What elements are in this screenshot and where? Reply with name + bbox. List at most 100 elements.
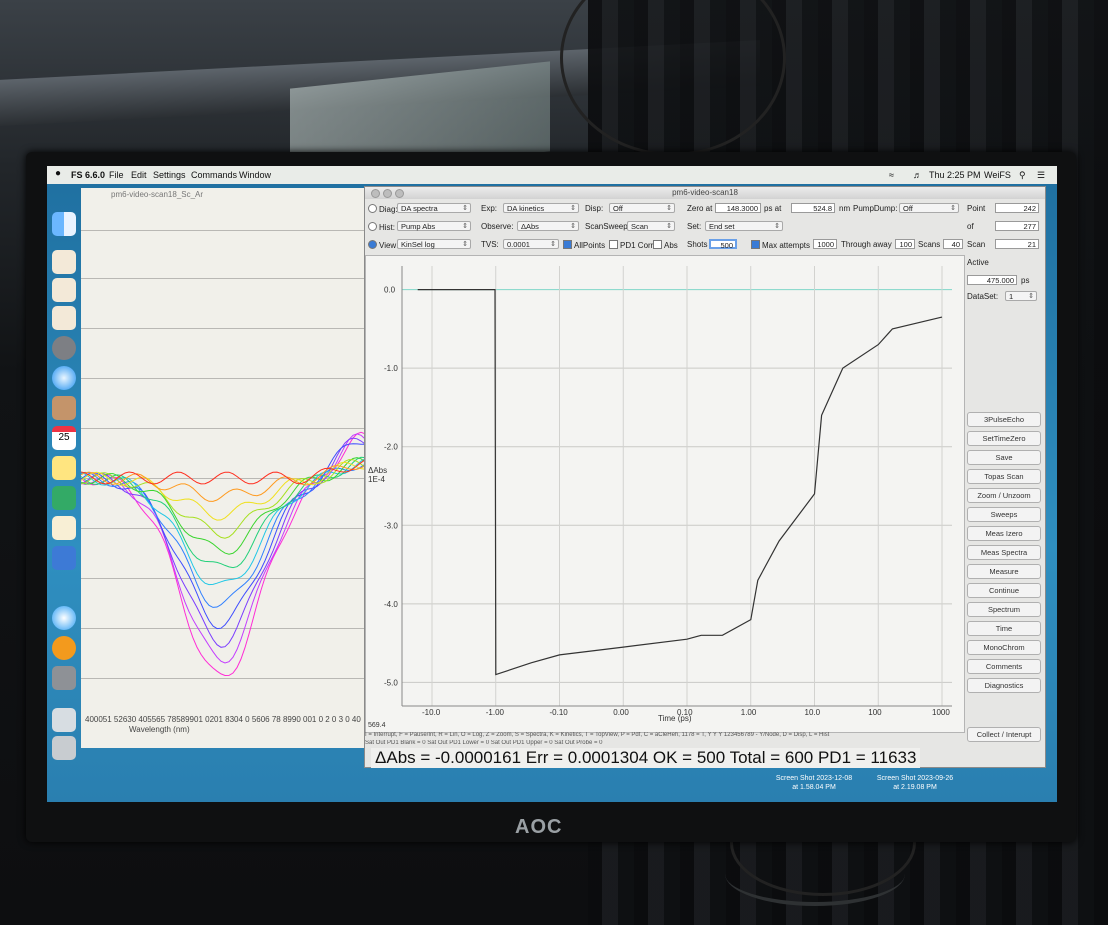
menu-edit[interactable]: Edit [131,170,147,180]
pd1corr-checkbox[interactable]: PD1 Corr [609,240,653,250]
monitor-stand [725,842,905,906]
command-button-settimezero[interactable]: SetTimeZero [967,431,1041,446]
x-tick-label: -10.0 [422,708,441,717]
x-tick-label: -0.10 [550,708,569,717]
disp-label: Disp: [585,204,604,213]
app-icon[interactable] [52,306,76,330]
command-button-topas-scan[interactable]: Topas Scan [967,469,1041,484]
of-value: 277 [995,221,1039,231]
window-controls[interactable] [371,189,407,202]
zoom-button[interactable] [395,189,404,198]
contacts-icon[interactable] [52,396,76,420]
disp-select[interactable]: Off [609,203,675,214]
minimize-button[interactable] [383,189,392,198]
dataset-select[interactable]: 1 [1005,291,1037,302]
exp-select[interactable]: DA kinetics [503,203,579,214]
scansweep-select[interactable]: Scan [627,221,675,232]
x-tick-label: 10.0 [805,708,821,717]
kinetics-plot[interactable]: 0.0 -1.0 -2.0 -3.0 -4.0 -5.0 -10.0 -1.00 -0.10 0.… [365,255,965,733]
screen: ● FS 6.6.0 File Edit Settings Commands W… [47,166,1057,802]
calendar-icon[interactable]: 25 [52,426,76,450]
signal-readout: ΔAbs = -0.0000161 Err = 0.0001304 OK = 5… [371,748,921,768]
wifi-icon[interactable]: ≈ [889,170,894,180]
command-button-zoom-unzoom[interactable]: Zoom / Unzoom [967,488,1041,503]
downloads-icon[interactable] [52,708,76,732]
view-radio[interactable]: View: [368,240,398,250]
view-select[interactable]: KinSel log [397,239,471,250]
nm-input[interactable]: 524.8 [791,203,835,213]
list-icon[interactable]: ☰ [1037,170,1045,181]
x-tick-label: -1.00 [486,708,505,717]
hist-select[interactable]: Pump Abs [397,221,471,232]
launchpad-icon[interactable] [52,336,76,360]
trash-icon[interactable] [52,736,76,760]
command-button-comments[interactable]: Comments [967,659,1041,674]
diag-select[interactable]: DA spectra [397,203,471,214]
through-away-input[interactable]: 100 [895,239,915,249]
command-button-monochrom[interactable]: MonoChrom [967,640,1041,655]
command-button-save[interactable]: Save [967,450,1041,465]
max-attempts-input[interactable]: 1000 [813,239,837,249]
command-button-spectrum[interactable]: Spectrum [967,602,1041,617]
menu-bar: ● FS 6.6.0 File Edit Settings Commands W… [47,166,1057,184]
menu-clock[interactable]: Thu 2:25 PM [929,170,981,180]
photos-icon[interactable] [52,486,76,510]
menu-window[interactable]: Window [239,170,271,180]
ps-at-label: ps at [764,204,782,213]
itunes-icon[interactable] [52,606,76,630]
textedit-icon[interactable] [52,516,76,540]
nm-label: nm [839,204,851,213]
command-button-sweeps[interactable]: Sweeps [967,507,1041,522]
spectra-x-ticks: 400051 52630 405565 78589901 0201 8304 0… [85,715,361,724]
scans-label: Scans [918,240,941,249]
app-icon[interactable] [52,250,76,274]
command-button-measure[interactable]: Measure [967,564,1041,579]
menu-settings[interactable]: Settings [153,170,186,180]
desktop-screenshot-icon[interactable]: Screen Shot 2023-09-26 at 2.19.08 PM [867,774,963,792]
fs-main-window[interactable]: pm6-video-scan18 Diag: DA spectra Exp: D… [364,186,1046,768]
desktop-screenshot-icon[interactable]: Screen Shot 2023-12-08 at 1.58.04 PM [769,774,859,792]
volume-icon[interactable]: ♬ [913,170,922,180]
command-button-meas-spectra[interactable]: Meas Spectra [967,545,1041,560]
menu-file[interactable]: File [109,170,124,180]
command-button-meas-izero[interactable]: Meas Izero [967,526,1041,541]
hist-radio[interactable]: Hist: [368,222,395,232]
menu-commands[interactable]: Commands [191,170,237,180]
observe-select[interactable]: ΔAbs [517,221,579,232]
notes-icon[interactable] [52,456,76,480]
scans-input[interactable]: 40 [943,239,963,249]
max-attempts-checkbox[interactable]: Max attempts [751,240,810,250]
command-button-diagnostics[interactable]: Diagnostics [967,678,1041,693]
finder-icon[interactable] [52,212,76,236]
shots-label: Shots [687,240,708,249]
y-tick-label: 0.0 [384,286,396,295]
command-button-time[interactable]: Time [967,621,1041,636]
kinetics-x-label: Time (ps) [658,714,692,723]
kinetic-trace [417,289,943,676]
menu-app-name[interactable]: FS 6.6.0 [71,170,105,180]
command-button-continue[interactable]: Continue [967,583,1041,598]
pumpdump-select[interactable]: Off [899,203,959,214]
y-tick-label: -4.0 [384,600,398,609]
tvs-select[interactable]: 0.0001 [503,239,559,250]
system-preferences-icon[interactable] [52,666,76,690]
zero-input[interactable]: 148.3000 [715,203,761,213]
safari-icon[interactable] [52,366,76,390]
collect-interrupt-button[interactable]: Collect / Interupt [967,727,1041,742]
command-button-3pulseecho[interactable]: 3PulseEcho [967,412,1041,427]
set-label: Set: [687,222,702,231]
keynote-icon[interactable] [52,546,76,570]
ibooks-icon[interactable] [52,636,76,660]
search-icon[interactable]: ⚲ [1019,170,1026,181]
active-label: Active [967,258,989,267]
menu-user[interactable]: WeiFS [984,170,1011,180]
point-value: 242 [995,203,1039,213]
abs-checkbox[interactable]: Abs [653,240,678,250]
allpoints-checkbox[interactable]: AllPoints [563,240,605,250]
set-select[interactable]: End set [705,221,783,232]
diag-radio[interactable]: Diag: [368,204,398,214]
close-button[interactable] [371,189,380,198]
apple-icon[interactable]: ● [55,168,61,179]
shots-input[interactable]: 500 [709,239,737,250]
app-icon[interactable] [52,278,76,302]
